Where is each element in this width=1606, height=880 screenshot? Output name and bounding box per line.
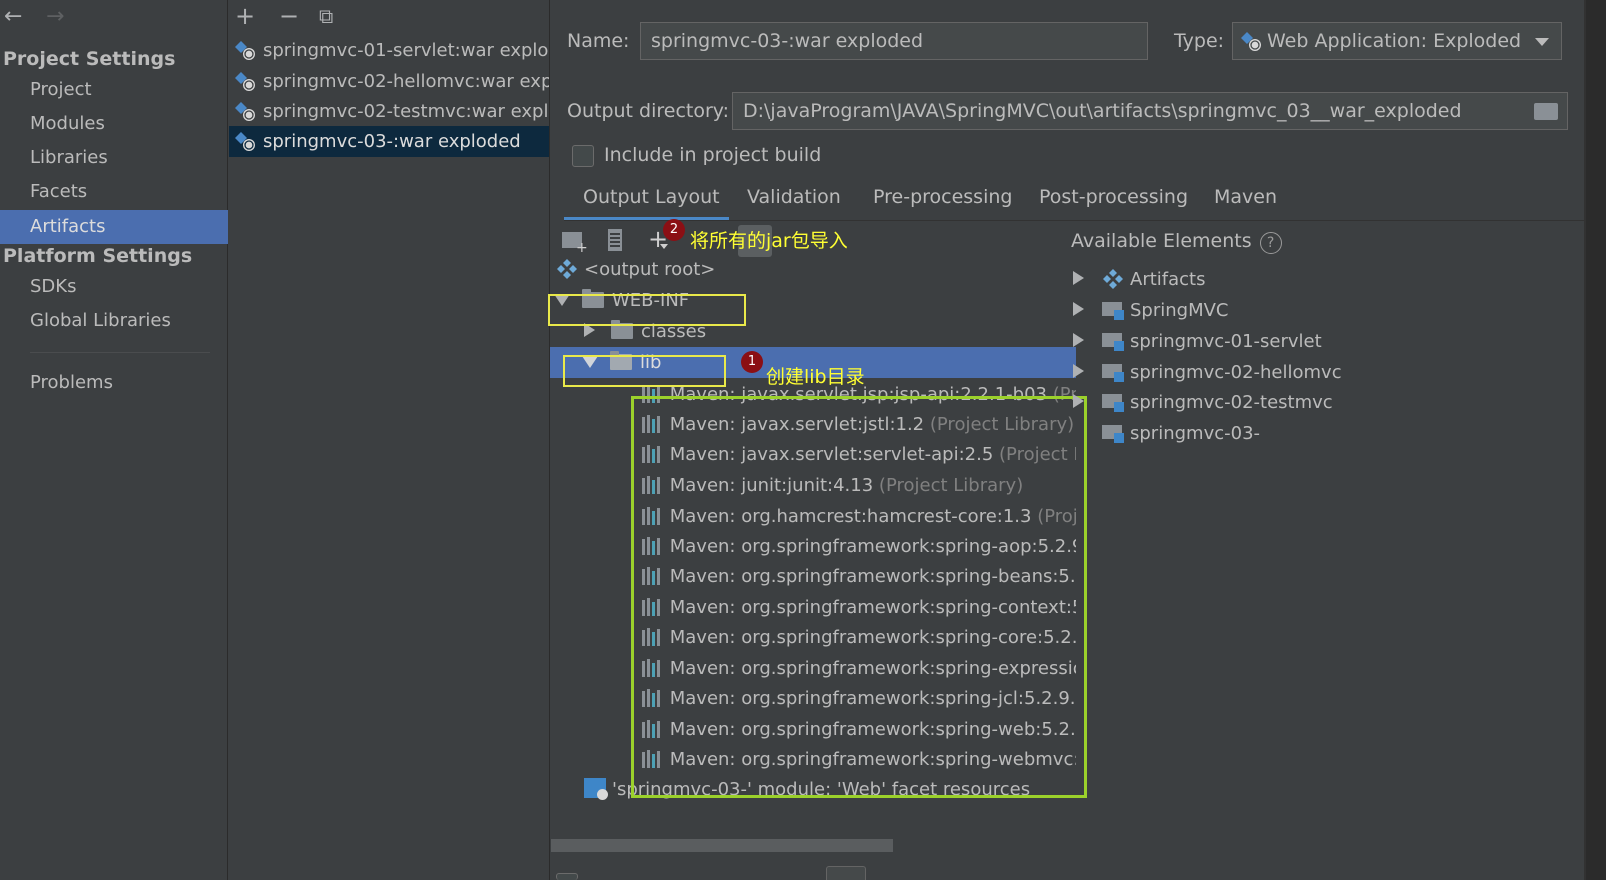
available-element-label: springmvc-03- (1130, 423, 1261, 444)
nav-item-modules[interactable]: Modules (0, 107, 228, 141)
tree-output-root-label: <output root> (584, 259, 716, 280)
nav-item-artifacts[interactable]: Artifacts (0, 210, 228, 244)
available-element-item[interactable]: springmvc-02-hellomvc (1073, 357, 1342, 388)
platform-settings-heading: Platform Settings (3, 245, 193, 267)
collapse-arrow-icon[interactable] (1073, 394, 1084, 408)
available-element-item[interactable]: springmvc-01-servlet (1073, 326, 1322, 357)
annotation-badge-1: 1 (741, 351, 763, 373)
type-value: Web Application: Exploded (1267, 30, 1522, 52)
artifact-root-icon (557, 259, 577, 279)
copy-icon[interactable]: ⧉ (319, 4, 333, 28)
output-directory-input[interactable]: D:\javaProgram\JAVA\SpringMVC\out\artifa… (732, 92, 1568, 130)
tab-post-processing[interactable]: Post-processing (1039, 186, 1188, 220)
artifacts-list-panel: + − ⧉ springmvc-01-servlet:war exploded … (229, 0, 550, 880)
add-icon[interactable]: + (235, 2, 255, 30)
highlight-jar-libraries (631, 396, 1087, 798)
chevron-down-icon (1535, 38, 1549, 46)
web-artifact-icon (235, 41, 255, 60)
annotation-note-1: 创建lib目录 (766, 366, 865, 388)
available-element-item[interactable]: springmvc-02-testmvc (1073, 387, 1333, 418)
tab-validation[interactable]: Validation (747, 186, 841, 220)
available-element-label: Artifacts (1130, 269, 1206, 290)
collapse-arrow-icon[interactable] (1073, 364, 1084, 378)
editor-gutter-divider (1584, 0, 1586, 880)
tab-maven[interactable]: Maven (1214, 186, 1277, 220)
available-elements-title: Available Elements? (1071, 230, 1282, 254)
artifact-item[interactable]: springmvc-02-hellomvc:war exploded (229, 66, 549, 97)
nav-item-global-libraries[interactable]: Global Libraries (0, 304, 228, 338)
nav-item-facets[interactable]: Facets (0, 175, 228, 209)
name-label: Name: (567, 30, 630, 52)
horizontal-scrollbar[interactable] (551, 839, 893, 852)
type-label: Type: (1174, 30, 1225, 52)
available-element-item[interactable]: Artifacts (1073, 264, 1205, 295)
project-settings-heading: Project Settings (3, 48, 176, 70)
tree-output-root[interactable]: <output root> (556, 254, 715, 285)
tab-output-layout[interactable]: Output Layout (564, 186, 729, 220)
artifact-item-label: springmvc-02-hellomvc:war exploded (263, 71, 549, 92)
available-element-label: SpringMVC (1130, 300, 1229, 321)
nav-item-problems[interactable]: Problems (0, 366, 228, 400)
type-select[interactable]: Web Application: Exploded (1232, 22, 1562, 60)
artifact-item-selected[interactable]: springmvc-03-:war exploded (229, 126, 549, 157)
include-in-build-label: Include in project build (604, 144, 822, 166)
artifact-item-label: springmvc-01-servlet:war exploded (263, 40, 549, 61)
module-icon (1102, 300, 1124, 320)
settings-nav: ← → Project Settings Project Modules Lib… (0, 0, 228, 880)
artifacts-icon (1103, 269, 1123, 289)
module-icon (1102, 362, 1124, 382)
artifact-item[interactable]: springmvc-01-servlet:war exploded (229, 35, 549, 66)
available-elements-label: Available Elements (1071, 230, 1252, 252)
help-icon[interactable]: ? (1259, 232, 1282, 254)
forward-arrow-icon[interactable]: → (46, 4, 64, 29)
collapse-arrow-icon[interactable] (1073, 271, 1084, 285)
editor-edge (1586, 0, 1606, 880)
tab-pre-processing[interactable]: Pre-processing (873, 186, 1012, 220)
available-element-item[interactable]: springmvc-03- (1073, 418, 1260, 449)
artifact-item[interactable]: springmvc-02-testmvc:war exploded (229, 96, 549, 127)
tabs-divider (564, 220, 1606, 221)
remove-icon[interactable]: − (279, 2, 299, 30)
available-element-label: springmvc-02-testmvc (1130, 392, 1333, 413)
web-artifact-icon (235, 102, 255, 121)
available-element-label: springmvc-01-servlet (1130, 331, 1322, 352)
module-icon (1102, 423, 1124, 443)
artifact-item-label: springmvc-03-:war exploded (263, 131, 521, 152)
web-artifact-icon (235, 72, 255, 91)
browse-folder-icon[interactable] (1534, 103, 1558, 120)
nav-item-project[interactable]: Project (0, 73, 228, 107)
module-icon (1102, 331, 1124, 351)
web-artifact-icon (235, 132, 255, 151)
web-facet-icon (584, 778, 608, 800)
collapse-arrow-icon[interactable] (1073, 333, 1084, 347)
include-in-build-checkbox[interactable] (572, 145, 594, 167)
nav-item-libraries[interactable]: Libraries (0, 141, 228, 175)
show-content-checkbox[interactable] (556, 873, 578, 880)
highlight-lib (563, 355, 726, 387)
module-icon (1102, 392, 1124, 412)
name-input[interactable]: springmvc-03-:war exploded (640, 22, 1148, 60)
highlight-web-inf (548, 294, 746, 326)
nav-divider (30, 352, 210, 353)
nav-item-sdks[interactable]: SDKs (0, 270, 228, 304)
artifact-item-label: springmvc-02-testmvc:war exploded (263, 101, 549, 122)
settings-button[interactable] (826, 866, 866, 880)
web-artifact-icon (1241, 32, 1261, 51)
available-element-item[interactable]: SpringMVC (1073, 295, 1229, 326)
collapse-arrow-icon[interactable] (1073, 302, 1084, 316)
output-directory-label: Output directory: (567, 100, 730, 122)
back-arrow-icon[interactable]: ← (4, 4, 22, 29)
available-element-label: springmvc-02-hellomvc (1130, 362, 1342, 383)
